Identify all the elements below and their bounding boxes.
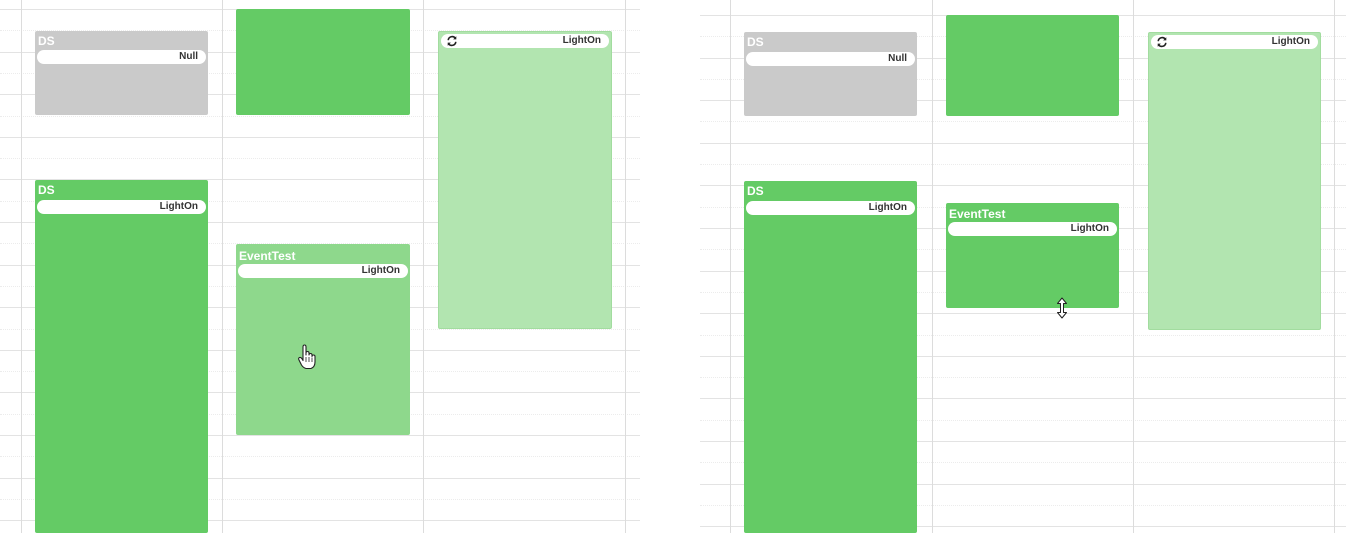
calendar-panel-right: DS Null LightOn DS LightOn EventTest Lig… xyxy=(700,0,1346,533)
event-eventtest-dragging[interactable]: EventTest LightOn xyxy=(236,244,410,435)
event-title: DS xyxy=(38,34,55,48)
grid-column-line xyxy=(423,0,424,533)
event-status-label: Null xyxy=(179,51,198,62)
refresh-icon xyxy=(1157,36,1167,48)
event-block[interactable] xyxy=(236,9,410,115)
event-status-pill[interactable]: Null xyxy=(746,52,915,66)
event-status-pill[interactable]: LightOn xyxy=(948,222,1117,236)
event-status-label: LightOn xyxy=(159,201,198,212)
event-ds-null[interactable]: DS Null xyxy=(744,32,917,116)
event-lighton-recurring[interactable]: LightOn xyxy=(1148,32,1321,330)
event-title: EventTest xyxy=(239,249,296,263)
event-ds-lighton[interactable]: DS LightOn xyxy=(35,180,208,533)
event-title: DS xyxy=(38,183,55,197)
event-eventtest[interactable]: EventTest LightOn xyxy=(946,203,1119,308)
hand-pointer-cursor xyxy=(298,344,316,370)
grid-column-line xyxy=(730,0,731,533)
event-status-label: LightOn xyxy=(868,202,907,213)
event-title: EventTest xyxy=(949,207,1006,221)
grid-column-line xyxy=(625,0,626,533)
event-status-label: LightOn xyxy=(1271,36,1310,47)
grid-column-line xyxy=(932,0,933,533)
event-status-pill[interactable]: LightOn xyxy=(746,201,915,215)
grid-column-line xyxy=(21,0,22,533)
event-title: DS xyxy=(747,184,764,198)
event-block[interactable] xyxy=(946,15,1119,116)
event-ds-null[interactable]: DS Null xyxy=(35,31,208,115)
event-status-label: LightOn xyxy=(361,265,400,276)
event-status-pill[interactable]: LightOn xyxy=(1151,35,1318,49)
grid-column-line xyxy=(222,0,223,533)
event-title: DS xyxy=(747,35,764,49)
event-status-pill[interactable]: LightOn xyxy=(441,34,609,48)
grid-column-line xyxy=(1334,0,1335,533)
event-status-label: LightOn xyxy=(1070,223,1109,234)
event-lighton-recurring[interactable]: LightOn xyxy=(438,31,612,329)
calendar-panel-left: DS Null LightOn DS LightOn EventTest Lig… xyxy=(0,0,640,533)
event-status-pill[interactable]: LightOn xyxy=(238,264,408,278)
event-status-pill[interactable]: LightOn xyxy=(37,200,206,214)
grid-column-line xyxy=(1133,0,1134,533)
event-status-label: LightOn xyxy=(562,35,601,46)
event-status-pill[interactable]: Null xyxy=(37,50,206,64)
event-status-label: Null xyxy=(888,53,907,64)
event-ds-lighton[interactable]: DS LightOn xyxy=(744,181,917,533)
resize-vertical-cursor xyxy=(1057,297,1067,319)
refresh-icon xyxy=(447,35,457,47)
